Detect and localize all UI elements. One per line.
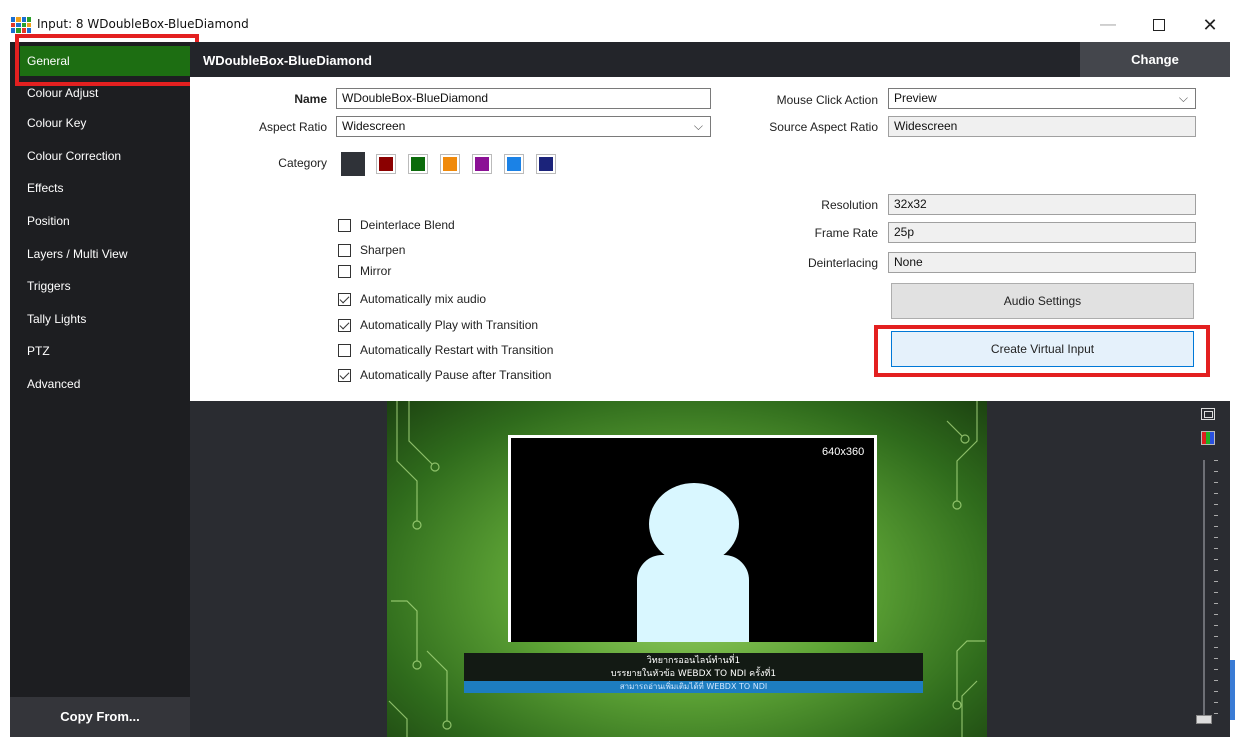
placeholder-head-shape — [649, 483, 739, 565]
background-window-edge — [1230, 660, 1235, 720]
sidebar-item-triggers[interactable]: Triggers — [10, 271, 190, 301]
sidebar-item-advanced[interactable]: Advanced — [10, 369, 190, 399]
volume-slider-thumb[interactable] — [1196, 715, 1212, 724]
deinterlacing-label: Deinterlacing — [807, 256, 878, 270]
aspect-ratio-select[interactable]: Widescreen ⌵ — [336, 116, 711, 137]
close-icon: ✕ — [1202, 14, 1218, 35]
checkbox-label: Automatically Pause after Transition — [360, 368, 552, 382]
copy-from-button[interactable]: Copy From... — [10, 697, 190, 737]
volume-slider-ticks — [1214, 460, 1218, 720]
category-swatch[interactable] — [472, 154, 492, 174]
input-settings-window: Input: 8 WDoubleBox-BlueDiamond — ✕ Gene… — [0, 0, 1235, 737]
chevron-down-icon: ⌵ — [1178, 91, 1188, 105]
mouse-click-action-value: Preview — [894, 91, 937, 105]
name-label: Name — [294, 92, 327, 106]
source-aspect-ratio-label: Source Aspect Ratio — [769, 120, 878, 134]
resolution-label: Resolution — [821, 198, 878, 212]
checkbox-label: Mirror — [360, 264, 392, 278]
category-swatch[interactable] — [341, 152, 365, 176]
minimize-button[interactable]: — — [1088, 10, 1128, 40]
lower-third-ticker: วิทยากรออนไลน์ทำนที่1 บรรยายในหัวข้อ WEB… — [464, 653, 923, 681]
input-name-heading: WDoubleBox-BlueDiamond — [203, 53, 372, 68]
fullscreen-icon[interactable] — [1201, 408, 1215, 420]
ticker-line-3: สามารถอ่านเพิ่มเติมได้ที่ WEBDX TO NDI — [464, 681, 923, 693]
sidebar-item-colour-key[interactable]: Colour Key — [10, 108, 190, 138]
minimize-icon: — — [1100, 16, 1116, 33]
window-right-edge — [1230, 42, 1235, 737]
colour-bars-icon[interactable] — [1201, 431, 1215, 445]
sidebar-item-layers-multi-view[interactable]: Layers / Multi View — [10, 239, 190, 269]
deinterlace-blend-checkbox[interactable]: Deinterlace Blend — [338, 218, 455, 232]
ticker-line-2: บรรยายในหัวข้อ WEBDX TO NDI ครั้งที่1 — [610, 669, 777, 679]
mouse-click-action-select[interactable]: Preview ⌵ — [888, 88, 1196, 109]
input-header-bar: WDoubleBox-BlueDiamond Change — [190, 42, 1230, 77]
checkbox-label: Sharpen — [360, 243, 406, 257]
maximize-button[interactable] — [1139, 10, 1179, 40]
category-swatch[interactable] — [440, 154, 460, 174]
checkbox-box — [338, 264, 351, 278]
placeholder-body-shape — [637, 555, 749, 642]
create-virtual-input-button[interactable]: Create Virtual Input — [891, 331, 1194, 367]
category-label: Category — [278, 156, 327, 170]
vmix-app-icon — [11, 17, 31, 33]
checkbox-label: Automatically mix audio — [360, 292, 487, 306]
checkbox-label: Automatically Play with Transition — [360, 318, 539, 332]
deinterlacing-field: None — [888, 252, 1196, 273]
auto-restart-transition-checkbox[interactable]: Automatically Restart with Transition — [338, 343, 553, 357]
category-swatch[interactable] — [504, 154, 524, 174]
checkbox-box-checked — [338, 368, 351, 382]
sidebar-item-tally-lights[interactable]: Tally Lights — [10, 304, 190, 334]
aspect-ratio-label: Aspect Ratio — [258, 120, 327, 134]
title-bar: Input: 8 WDoubleBox-BlueDiamond — ✕ — [0, 0, 1235, 42]
sidebar-item-colour-correction[interactable]: Colour Correction — [10, 141, 190, 171]
source-aspect-ratio-field: Widescreen — [888, 116, 1196, 137]
checkbox-box — [338, 218, 351, 232]
mirror-checkbox[interactable]: Mirror — [338, 264, 391, 278]
maximize-icon — [1153, 19, 1165, 31]
checkbox-label: Automatically Restart with Transition — [360, 343, 554, 357]
checkbox-box-checked — [338, 318, 351, 332]
auto-pause-transition-checkbox[interactable]: Automatically Pause after Transition — [338, 368, 551, 382]
sidebar-item-general[interactable]: General — [20, 46, 192, 76]
close-button[interactable]: ✕ — [1190, 10, 1230, 40]
change-button[interactable]: Change — [1080, 42, 1230, 77]
settings-sidebar: General Colour Adjust Colour Key Colour … — [10, 42, 192, 737]
frame-rate-field: 25p — [888, 222, 1196, 243]
chevron-down-icon: ⌵ — [693, 119, 703, 133]
general-settings-panel: Name WDoubleBox-BlueDiamond Aspect Ratio… — [190, 77, 1230, 401]
window-title: Input: 8 WDoubleBox-BlueDiamond — [37, 17, 249, 31]
aspect-ratio-value: Widescreen — [342, 119, 406, 133]
checkbox-box-checked — [338, 292, 351, 306]
ticker-line-1: วิทยากรออนไลน์ทำนที่1 — [646, 656, 741, 666]
auto-mix-audio-checkbox[interactable]: Automatically mix audio — [338, 292, 486, 306]
resolution-overlay: 640x360 — [822, 446, 865, 458]
audio-settings-button[interactable]: Audio Settings — [891, 283, 1194, 319]
auto-play-transition-checkbox[interactable]: Automatically Play with Transition — [338, 318, 538, 332]
mouse-click-action-label: Mouse Click Action — [776, 93, 878, 107]
category-swatch[interactable] — [376, 154, 396, 174]
frame-rate-label: Frame Rate — [814, 226, 878, 240]
resolution-field: 32x32 — [888, 194, 1196, 215]
category-swatch[interactable] — [408, 154, 428, 174]
sharpen-checkbox[interactable]: Sharpen — [338, 243, 405, 257]
name-input[interactable]: WDoubleBox-BlueDiamond — [336, 88, 711, 109]
category-swatch[interactable] — [536, 154, 556, 174]
sidebar-item-effects[interactable]: Effects — [10, 173, 190, 203]
volume-slider-track[interactable] — [1203, 460, 1205, 720]
checkbox-box — [338, 243, 351, 257]
sidebar-item-ptz[interactable]: PTZ — [10, 336, 190, 366]
sidebar-item-position[interactable]: Position — [10, 206, 190, 236]
checkbox-box — [338, 343, 351, 357]
checkbox-label: Deinterlace Blend — [360, 218, 455, 232]
